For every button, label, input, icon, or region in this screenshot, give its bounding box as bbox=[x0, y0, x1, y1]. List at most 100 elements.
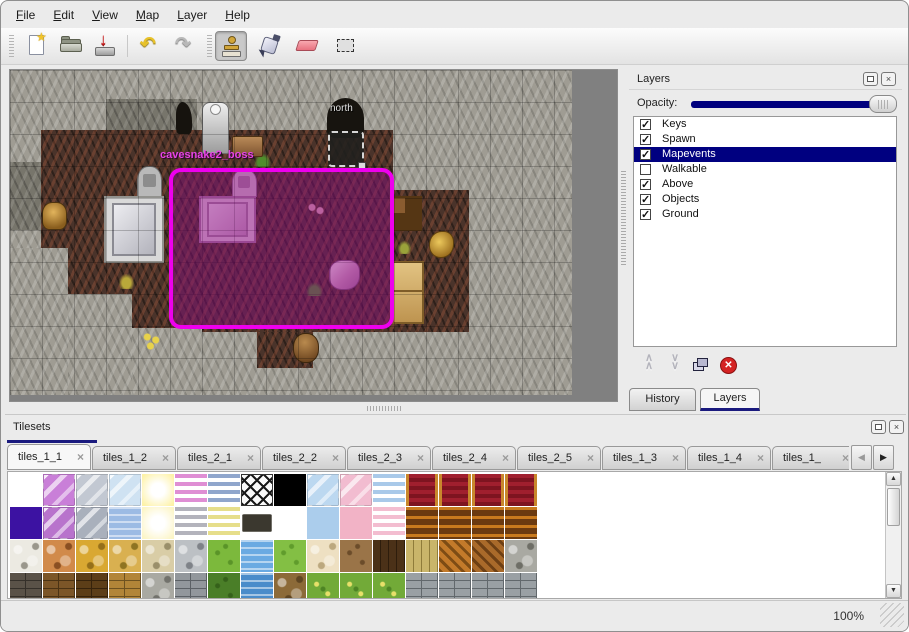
tileset-tab-tiles_2_1[interactable]: tiles_2_1× bbox=[177, 446, 261, 470]
layer-checkbox[interactable]: ✓ bbox=[640, 134, 651, 145]
tileset-tab-tiles_1_1[interactable]: tiles_1_1× bbox=[7, 444, 91, 470]
tile-0-9[interactable] bbox=[307, 474, 339, 506]
tile-3-0[interactable] bbox=[10, 573, 42, 599]
tile-0-14[interactable] bbox=[472, 474, 504, 506]
tile-3-1[interactable] bbox=[43, 573, 75, 599]
tile-2-11[interactable] bbox=[373, 540, 405, 572]
tab-close-icon[interactable]: × bbox=[757, 447, 764, 469]
tab-close-icon[interactable]: × bbox=[162, 447, 169, 469]
tile-3-2[interactable] bbox=[76, 573, 108, 599]
tile-0-13[interactable] bbox=[439, 474, 471, 506]
tile-1-1[interactable] bbox=[43, 507, 75, 539]
tile-3-13[interactable] bbox=[439, 573, 471, 599]
duplicate-layer-button[interactable] bbox=[689, 354, 713, 378]
scroll-up-button[interactable]: ▲ bbox=[886, 472, 901, 486]
close-panel-icon[interactable]: × bbox=[889, 420, 904, 434]
undo-button[interactable]: ↶ bbox=[135, 31, 167, 61]
tile-2-13[interactable] bbox=[439, 540, 471, 572]
tile-2-15[interactable] bbox=[505, 540, 537, 572]
tile-2-12[interactable] bbox=[406, 540, 438, 572]
menu-layer[interactable]: Layer bbox=[168, 4, 216, 26]
tile-1-12[interactable] bbox=[406, 507, 438, 539]
tileset-tab-tiles_1_4[interactable]: tiles_1_4× bbox=[687, 446, 771, 470]
tile-3-10[interactable] bbox=[340, 573, 372, 599]
layer-row-keys[interactable]: ✓Keys bbox=[634, 117, 896, 132]
layer-checkbox[interactable]: ✓ bbox=[640, 209, 651, 220]
dock-tab-history[interactable]: History bbox=[629, 388, 696, 411]
menu-view[interactable]: View bbox=[83, 4, 127, 26]
tile-3-6[interactable] bbox=[208, 573, 240, 599]
menu-file[interactable]: File bbox=[7, 4, 44, 26]
tileset-scrollbar[interactable]: ▲ ▼ bbox=[885, 472, 901, 598]
fill-tool-button[interactable] bbox=[253, 31, 285, 61]
tile-0-2[interactable] bbox=[76, 474, 108, 506]
eraser-tool-button[interactable] bbox=[291, 31, 323, 61]
vertical-splitter[interactable] bbox=[618, 69, 629, 402]
layer-row-ground[interactable]: ✓Ground bbox=[634, 207, 896, 222]
tile-0-1[interactable] bbox=[43, 474, 75, 506]
layer-checkbox[interactable]: ✓ bbox=[640, 119, 651, 130]
toolbar-grip-2[interactable] bbox=[207, 35, 212, 57]
redo-button[interactable]: ↷ bbox=[169, 31, 201, 61]
tile-2-5[interactable] bbox=[175, 540, 207, 572]
close-panel-icon[interactable]: × bbox=[881, 72, 896, 86]
layer-checkbox[interactable]: ✓ bbox=[640, 149, 651, 160]
tileset-tab-tiles_2_3[interactable]: tiles_2_3× bbox=[347, 446, 431, 470]
tile-3-4[interactable] bbox=[142, 573, 174, 599]
tile-3-15[interactable] bbox=[505, 573, 537, 599]
layer-row-above[interactable]: ✓Above bbox=[634, 177, 896, 192]
tile-1-9[interactable] bbox=[307, 507, 339, 539]
tile-1-0[interactable] bbox=[10, 507, 42, 539]
layer-checkbox[interactable]: ✓ bbox=[640, 179, 651, 190]
tile-2-0[interactable] bbox=[10, 540, 42, 572]
layer-checkbox[interactable] bbox=[640, 164, 651, 175]
tileset-tab-tiles_1_2[interactable]: tiles_1_2× bbox=[92, 446, 176, 470]
tile-0-6[interactable] bbox=[208, 474, 240, 506]
select-tool-button[interactable] bbox=[329, 31, 361, 61]
map-canvas[interactable]: north cavesnake2_boss bbox=[10, 70, 572, 395]
dock-tab-layers[interactable]: Layers bbox=[700, 388, 760, 411]
tileset-tab-tiles_2_4[interactable]: tiles_2_4× bbox=[432, 446, 516, 470]
tile-1-5[interactable] bbox=[175, 507, 207, 539]
tile-1-3[interactable] bbox=[109, 507, 141, 539]
window-resize-grip[interactable] bbox=[880, 603, 904, 627]
tile-2-4[interactable] bbox=[142, 540, 174, 572]
tile-3-3[interactable] bbox=[109, 573, 141, 599]
scrollbar-thumb[interactable] bbox=[887, 488, 900, 526]
tile-2-8[interactable] bbox=[274, 540, 306, 572]
tab-close-icon[interactable]: × bbox=[502, 447, 509, 469]
move-layer-down-button[interactable]: ∨∨ bbox=[663, 354, 687, 378]
layer-row-spawn[interactable]: ✓Spawn bbox=[634, 132, 896, 147]
tile-1-8[interactable] bbox=[274, 507, 306, 539]
tab-close-icon[interactable]: × bbox=[77, 445, 84, 469]
tile-2-6[interactable] bbox=[208, 540, 240, 572]
tile-0-10[interactable] bbox=[340, 474, 372, 506]
layer-row-walkable[interactable]: Walkable bbox=[634, 162, 896, 177]
tile-1-13[interactable] bbox=[439, 507, 471, 539]
tile-3-9[interactable] bbox=[307, 573, 339, 599]
tile-3-14[interactable] bbox=[472, 573, 504, 599]
tile-0-8[interactable] bbox=[274, 474, 306, 506]
tile-0-12[interactable] bbox=[406, 474, 438, 506]
menu-map[interactable]: Map bbox=[127, 4, 168, 26]
menu-help[interactable]: Help bbox=[216, 4, 259, 26]
map-selection-rect[interactable] bbox=[169, 168, 394, 329]
move-layer-up-button[interactable]: ∧∧ bbox=[637, 354, 661, 378]
tab-close-icon[interactable]: × bbox=[672, 447, 679, 469]
float-panel-icon[interactable] bbox=[863, 72, 878, 86]
tile-1-6[interactable] bbox=[208, 507, 240, 539]
tile-0-7[interactable] bbox=[241, 474, 273, 506]
tile-2-2[interactable] bbox=[76, 540, 108, 572]
tab-scroll-left-button[interactable]: ◀ bbox=[851, 445, 872, 470]
toolbar-grip[interactable] bbox=[9, 35, 14, 57]
delete-layer-button[interactable]: ✕ bbox=[717, 354, 741, 378]
tab-close-icon[interactable]: × bbox=[332, 447, 339, 469]
tileset-tab-tiles_1_[interactable]: tiles_1_× bbox=[772, 446, 849, 470]
menu-edit[interactable]: Edit bbox=[44, 4, 83, 26]
tile-1-15[interactable] bbox=[505, 507, 537, 539]
tile-3-11[interactable] bbox=[373, 573, 405, 599]
tile-1-4[interactable] bbox=[142, 507, 174, 539]
new-file-button[interactable]: ★ bbox=[21, 31, 53, 61]
tileset-tab-tiles_2_2[interactable]: tiles_2_2× bbox=[262, 446, 346, 470]
tile-0-5[interactable] bbox=[175, 474, 207, 506]
